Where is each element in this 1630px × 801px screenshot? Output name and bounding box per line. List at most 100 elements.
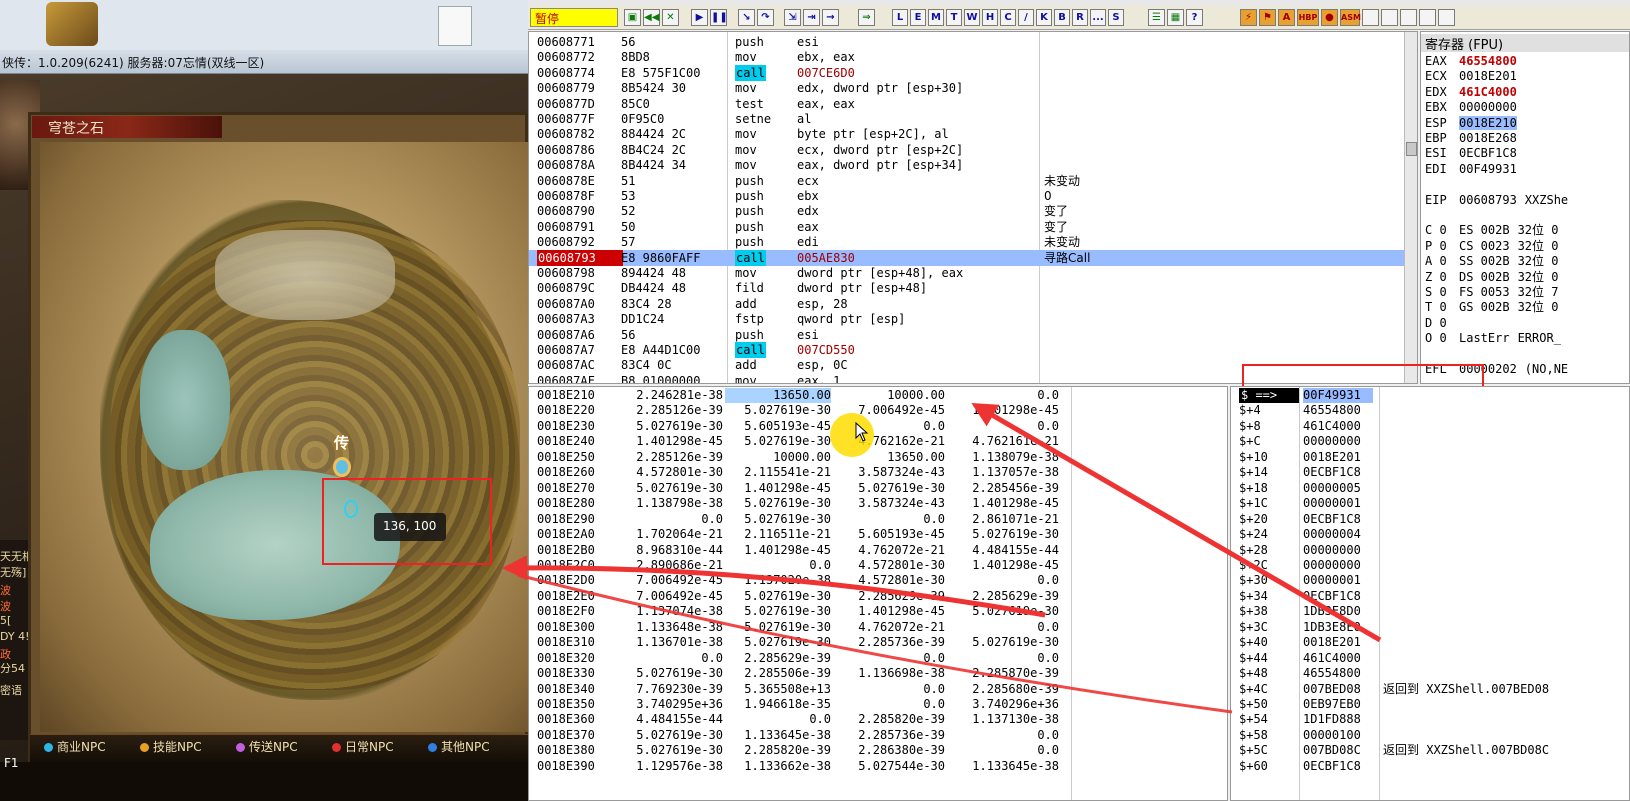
dump-row[interactable]: 0018E220 2.285126e-39 5.027619e-30 7.006492… (529, 403, 1227, 418)
stack-row[interactable]: $+3C 1DB3E8E0 (1231, 620, 1629, 635)
plugin-icon[interactable]: ⚑ (1259, 9, 1276, 26)
goto-icon[interactable]: ⇒ (858, 9, 875, 26)
stack-row[interactable]: $+C 00000000 (1231, 434, 1629, 449)
register-row[interactable]: EDI 00F49931 (1425, 162, 1525, 177)
disasm-row[interactable]: 00608779 8B5424 30 mov edx, dword ptr [esp+… (529, 80, 1404, 96)
chat-whisper-tab[interactable]: 密语 (0, 682, 22, 698)
blank-tool-icon[interactable] (1438, 9, 1455, 26)
disasm-row[interactable]: 0060877F 0F95C0 setne al (529, 111, 1404, 127)
stack-row[interactable]: $+40 0018E201 (1231, 635, 1629, 650)
register-row[interactable]: ECX 0018E201 (1425, 69, 1525, 84)
open-icon[interactable]: ▣ (624, 9, 641, 26)
trace-into-icon[interactable]: ⇲ (784, 9, 801, 26)
disasm-row[interactable]: 00608793 E8 9860FAFF call 005AE830 寻路Call (529, 249, 1404, 266)
dump-row[interactable]: 0018E2D0 7.006492e-45 1.137020e-38 4.572801… (529, 573, 1227, 588)
disasm-row[interactable]: 0060878F 53 push ebx 0 (529, 188, 1404, 204)
toolbar-M-button[interactable]: M (928, 9, 944, 26)
blank-tool-icon[interactable] (1419, 9, 1436, 26)
register-row[interactable]: O 0 LastErr ERROR_ (1425, 331, 1561, 346)
dump-row[interactable]: 0018E390 1.129576e-38 1.133662e-38 5.027544… (529, 759, 1227, 774)
dump-row[interactable]: 0018E330 5.027619e-30 2.285506e-39 1.136698… (529, 666, 1227, 681)
dump-row[interactable]: 0018E370 5.027619e-30 1.133645e-38 2.285736… (529, 728, 1227, 743)
dump-row[interactable]: 0018E380 5.027619e-30 2.285820e-39 2.286380… (529, 743, 1227, 758)
register-row[interactable]: S 0 FS 0053 32位 7 (1425, 285, 1558, 300)
disasm-row[interactable]: 0060879C DB4424 48 fild dword ptr [esp+48] (529, 280, 1404, 296)
plugin-icon[interactable]: ● (1321, 9, 1338, 26)
dump-row[interactable]: 0018E2C0 2.890686e-21 0.0 4.572801e-30 1.401… (529, 558, 1227, 573)
dump-row[interactable]: 0018E240 1.401298e-45 5.027619e-30 4.762162… (529, 434, 1227, 449)
register-row[interactable]: ESI 0ECBF1C8 (1425, 146, 1525, 161)
npc-filter-daily[interactable]: 日常NPC (332, 738, 394, 758)
disasm-row[interactable]: 00608790 52 push edx 变了 (529, 203, 1404, 219)
stack-row[interactable]: $+30 00000001 (1231, 573, 1629, 588)
stack-row[interactable]: $+38 1DB3E8D0 (1231, 604, 1629, 619)
npc-filter-business[interactable]: 商业NPC (44, 738, 106, 758)
toolbar-R-button[interactable]: R (1072, 9, 1088, 26)
stack-row[interactable]: $+48 46554800 (1231, 666, 1629, 681)
toolbar-C-button[interactable]: C (1000, 9, 1016, 26)
register-row[interactable]: T 0 GS 002B 32位 0 (1425, 300, 1558, 315)
stack-row[interactable]: $+20 0ECBF1C8 (1231, 512, 1629, 527)
close-icon[interactable]: ✕ (662, 9, 679, 26)
stack-row[interactable]: $+4 46554800 (1231, 403, 1629, 418)
dump-row[interactable]: 0018E2B0 8.968310e-44 1.401298e-45 4.762072… (529, 543, 1227, 558)
registers-pane[interactable]: 寄存器 (FPU) EAX 46554800 ECX 0018E201 EDX 461C4… (1420, 31, 1630, 384)
register-row[interactable]: EBX 00000000 (1425, 100, 1525, 115)
hardware-breakpoint-icon[interactable]: HBP (1297, 9, 1319, 26)
stack-row[interactable]: $+1C 00000001 (1231, 496, 1629, 511)
register-row[interactable] (1425, 208, 1467, 223)
stack-row[interactable]: $+18 00000005 (1231, 481, 1629, 496)
teleport-marker-icon[interactable] (333, 457, 351, 477)
blank-tool-icon[interactable] (1400, 9, 1417, 26)
toolbar-S-button[interactable]: S (1108, 9, 1124, 26)
toolbar-dots-button[interactable]: ... (1090, 9, 1106, 26)
dump-row[interactable]: 0018E2A0 1.702064e-21 2.116511e-21 5.605193… (529, 527, 1227, 542)
stack-row[interactable]: $+5C 007BD08C 返回到 XXZShell.007BD08C (1231, 743, 1629, 758)
register-row[interactable]: Z 0 DS 002B 32位 0 (1425, 270, 1558, 285)
disasm-row[interactable]: 00608791 50 push eax 变了 (529, 219, 1404, 235)
disasm-row[interactable]: 006087A3 DD1C24 fstp qword ptr [esp] (529, 311, 1404, 327)
toolbar-K-button[interactable]: K (1036, 9, 1052, 26)
disasm-row[interactable]: 006087A0 83C4 28 add esp, 28 (529, 296, 1404, 312)
dump-row[interactable]: 0018E340 7.769230e-39 5.365508e+13 0.0 2.285… (529, 682, 1227, 697)
toolbar-L-button[interactable]: L (892, 9, 908, 26)
help-icon[interactable]: ? (1186, 9, 1203, 26)
disasm-row[interactable]: 0060878A 8B4424 34 mov eax, dword ptr [esp+… (529, 157, 1404, 173)
stack-row[interactable]: $+2C 00000000 (1231, 558, 1629, 573)
toolbar-B-button[interactable]: B (1054, 9, 1070, 26)
register-row[interactable]: D 0 (1425, 316, 1467, 331)
dump-row[interactable]: 0018E250 2.285126e-39 10000.00 13650.00 1.13… (529, 450, 1227, 465)
plugin-icon[interactable]: ⚡ (1240, 9, 1257, 26)
restart-icon[interactable]: ◀◀ (643, 9, 660, 26)
register-row[interactable]: EAX 46554800 (1425, 54, 1525, 69)
stack-row[interactable]: $+50 0EB97EB0 (1231, 697, 1629, 712)
stack-row[interactable]: $+60 0ECBF1C8 (1231, 759, 1629, 774)
disasm-row[interactable]: 006087A7 E8 A44D1C00 call 007CD550 (529, 342, 1404, 358)
disasm-row[interactable]: 00608771 56 push esi (529, 34, 1404, 50)
trace-over-icon[interactable]: ⇥ (803, 9, 820, 26)
dump-row[interactable]: 0018E210 2.246281e-38 13650.00 10000.00 0.0 (529, 388, 1227, 403)
stack-row[interactable]: $+58 00000100 (1231, 728, 1629, 743)
register-row[interactable]: EDX 461C4000 (1425, 85, 1525, 100)
stack-pane[interactable]: $ ==> 00F49931 $+4 46554800 $+8 461C4000 $+C 00… (1230, 386, 1630, 801)
dump-row[interactable]: 0018E300 1.133648e-38 5.027619e-30 4.762072… (529, 620, 1227, 635)
disasm-row[interactable]: 00608792 57 push edi 未变动 (529, 234, 1404, 250)
register-row[interactable]: EIP 00608793 XXZShe (1425, 193, 1568, 208)
toolbar-slash-button[interactable]: / (1018, 9, 1034, 26)
register-row[interactable]: P 0 CS 0023 32位 0 (1425, 239, 1558, 254)
stack-row[interactable]: $+10 0018E201 (1231, 450, 1629, 465)
disassembly-scrollbar[interactable] (1404, 32, 1417, 383)
npc-filter-other[interactable]: 其他NPC (428, 738, 490, 758)
toolbar-E-button[interactable]: E (910, 9, 926, 26)
dump-row[interactable]: 0018E310 1.136701e-38 5.027619e-30 2.285736… (529, 635, 1227, 650)
stack-row[interactable]: $+14 0ECBF1C8 (1231, 465, 1629, 480)
disassembly-pane[interactable]: 00608771 56 push esi 00608772 8BD8 mov ebx, eax… (528, 31, 1418, 384)
npc-filter-skill[interactable]: 技能NPC (140, 738, 202, 758)
dump-row[interactable]: 0018E260 4.572801e-30 2.115541e-21 3.587324… (529, 465, 1227, 480)
register-row[interactable]: EBP 0018E268 (1425, 131, 1525, 146)
desktop-document-icon[interactable] (438, 6, 472, 46)
register-row[interactable]: ESP 0018E210 (1425, 115, 1525, 131)
stack-row[interactable]: $+4C 007BED08 返回到 XXZShell.007BED08 (1231, 682, 1629, 697)
dump-row[interactable]: 0018E2E0 7.006492e-45 5.027619e-30 2.285629… (529, 589, 1227, 604)
dump-row[interactable]: 0018E270 5.027619e-30 1.401298e-45 5.027619… (529, 481, 1227, 496)
